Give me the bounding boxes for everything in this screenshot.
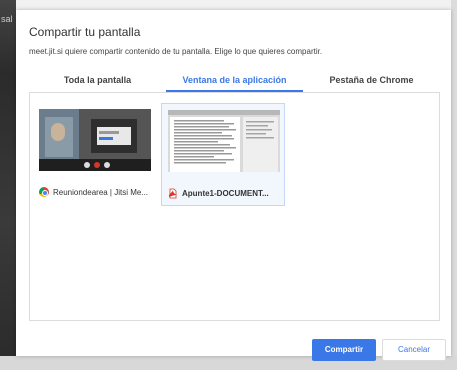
window-thumbnail bbox=[39, 109, 151, 171]
window-card-document[interactable]: Apunte1-DOCUMENT... bbox=[161, 103, 285, 206]
background-edge bbox=[451, 0, 457, 370]
tab-application-window[interactable]: Ventana de la aplicación bbox=[166, 72, 303, 92]
window-list: Reuniondearea | Jitsi Me... Apunte1-DOCU… bbox=[29, 93, 440, 321]
window-card-label: Apunte1-DOCUMENT... bbox=[168, 186, 282, 200]
cancel-button[interactable]: Cancelar bbox=[382, 339, 446, 361]
window-title: Apunte1-DOCUMENT... bbox=[182, 188, 269, 198]
tab-chrome-tab[interactable]: Pestaña de Chrome bbox=[303, 72, 440, 92]
background-text: sal bbox=[1, 14, 13, 24]
window-card-jitsi[interactable]: Reuniondearea | Jitsi Me... bbox=[33, 103, 157, 206]
pdf-icon bbox=[168, 188, 178, 199]
window-title: Reuniondearea | Jitsi Me... bbox=[53, 187, 149, 197]
source-tabs: Toda la pantalla Ventana de la aplicació… bbox=[29, 72, 440, 93]
window-card-label: Reuniondearea | Jitsi Me... bbox=[39, 185, 153, 199]
dialog-subtitle: meet.jit.si quiere compartir contenido d… bbox=[29, 47, 323, 56]
share-button[interactable]: Compartir bbox=[312, 339, 376, 361]
tab-entire-screen[interactable]: Toda la pantalla bbox=[29, 72, 166, 92]
dialog-title: Compartir tu pantalla bbox=[29, 25, 141, 39]
chrome-icon bbox=[39, 187, 49, 197]
window-thumbnail bbox=[168, 110, 280, 172]
share-screen-dialog: Compartir tu pantalla meet.jit.si quiere… bbox=[16, 10, 451, 361]
background-window: sal bbox=[0, 0, 16, 370]
